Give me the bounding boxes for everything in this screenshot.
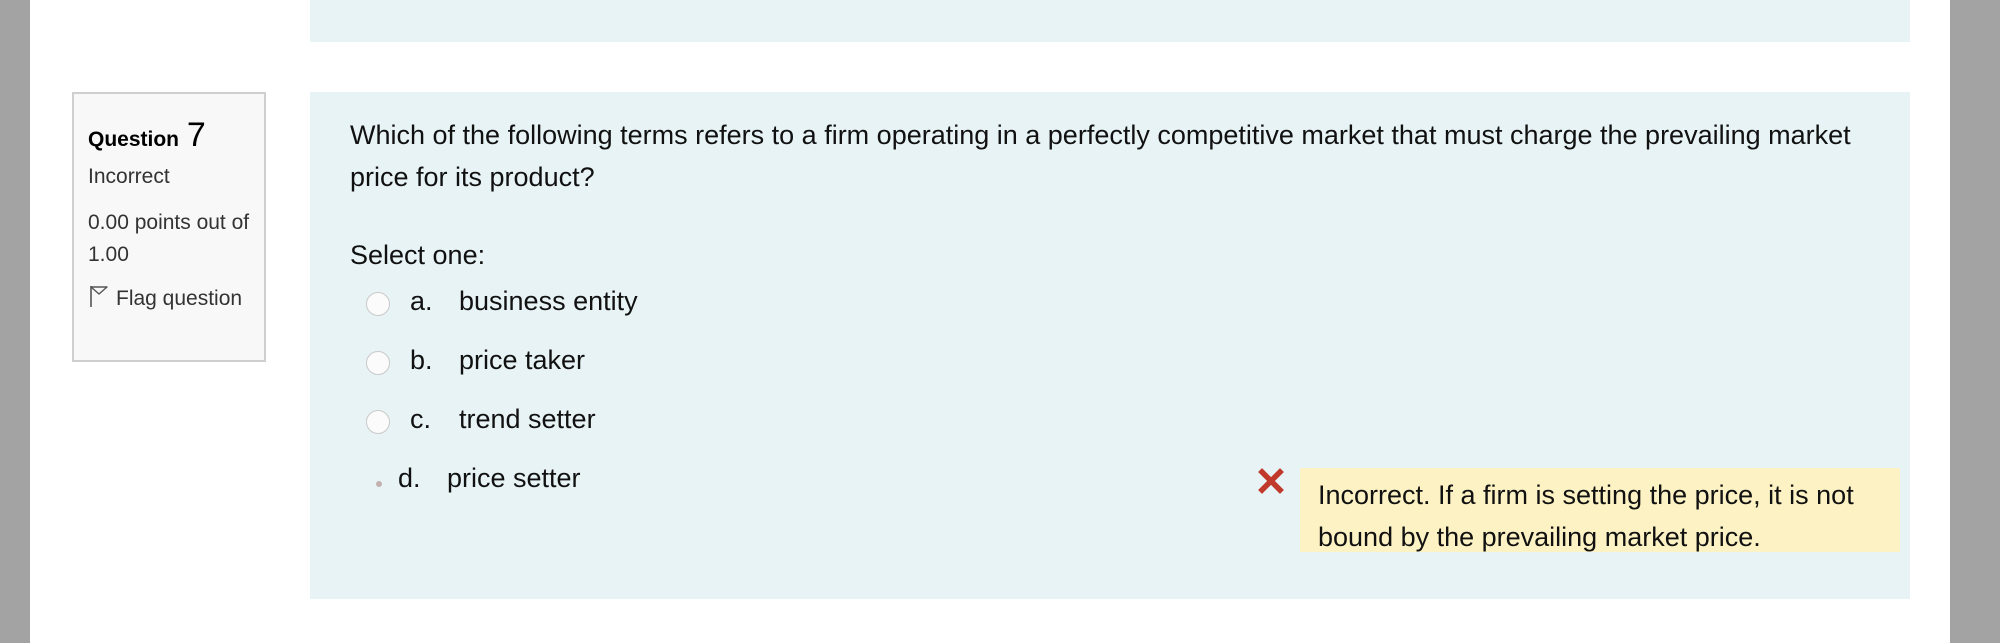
radio-button[interactable] (366, 351, 390, 375)
incorrect-x-icon (1258, 468, 1284, 494)
option-text[interactable]: price setter (447, 463, 581, 494)
option-c[interactable]: c. trend setter (366, 400, 966, 440)
option-a[interactable]: a. business entity (366, 282, 966, 322)
question-number-value: 7 (186, 116, 206, 154)
selected-radio-dot[interactable] (376, 481, 382, 487)
previous-question-content (310, 0, 1910, 42)
option-text[interactable]: business entity (459, 286, 638, 317)
option-d[interactable]: d. price setter (366, 459, 966, 499)
question-label: Question (88, 128, 180, 151)
flag-question-label[interactable]: Flag question (116, 287, 242, 310)
question-number: Question 7 (88, 116, 250, 155)
select-one-prompt: Select one: (350, 240, 486, 270)
option-letter: a. (410, 286, 433, 316)
flag-question-link[interactable]: Flag question (88, 283, 250, 315)
option-letter: d. (398, 463, 421, 493)
flag-icon[interactable] (88, 284, 110, 308)
question-state: Incorrect (88, 165, 170, 188)
radio-button[interactable] (366, 292, 390, 316)
question-info-panel: Question 7 Incorrect 0.00 points out of … (72, 92, 266, 362)
feedback-message: Incorrect. If a firm is setting the pric… (1300, 468, 1900, 552)
option-letter: c. (410, 404, 432, 434)
option-text[interactable]: price taker (459, 345, 585, 376)
page: Question 7 Incorrect 0.00 points out of … (30, 0, 1950, 643)
radio-button[interactable] (366, 410, 390, 434)
question-content: Which of the following terms refers to a… (310, 92, 1910, 599)
question-text: Which of the following terms refers to a… (350, 120, 1851, 192)
option-letter: b. (410, 345, 433, 375)
question-grade: 0.00 points out of 1.00 (88, 211, 250, 266)
option-b[interactable]: b. price taker (366, 341, 966, 381)
option-text[interactable]: trend setter (459, 404, 596, 435)
